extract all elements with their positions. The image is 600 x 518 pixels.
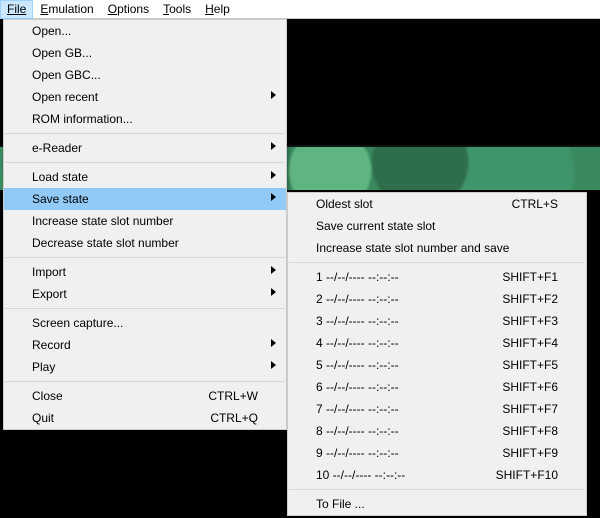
slot-shortcut: SHIFT+F6	[502, 380, 558, 394]
menubar: File Emulation Options Tools Help	[0, 0, 600, 19]
slot-label: 3 --/--/---- --:--:--	[316, 314, 486, 328]
file-open[interactable]: Open...	[4, 20, 286, 42]
save-slot-2[interactable]: 2 --/--/---- --:--:-- SHIFT+F2	[288, 288, 586, 310]
file-screen-capture[interactable]: Screen capture...	[4, 312, 286, 334]
slot-label: 5 --/--/---- --:--:--	[316, 358, 486, 372]
chevron-right-icon	[271, 361, 276, 369]
save-slot-3[interactable]: 3 --/--/---- --:--:-- SHIFT+F3	[288, 310, 586, 332]
slot-shortcut: SHIFT+F5	[502, 358, 558, 372]
menu-options[interactable]: Options	[101, 0, 156, 19]
file-e-reader[interactable]: e-Reader	[4, 137, 286, 159]
chevron-right-icon	[271, 288, 276, 296]
file-dropdown: Open... Open GB... Open GBC... Open rece…	[3, 19, 287, 430]
save-slot-1[interactable]: 1 --/--/---- --:--:-- SHIFT+F1	[288, 266, 586, 288]
slot-shortcut: SHIFT+F9	[502, 446, 558, 460]
file-decrease-slot[interactable]: Decrease state slot number	[4, 232, 286, 254]
separator	[5, 133, 285, 134]
file-close[interactable]: CloseCTRL+W	[4, 385, 286, 407]
slot-shortcut: SHIFT+F3	[502, 314, 558, 328]
file-open-gb[interactable]: Open GB...	[4, 42, 286, 64]
file-rom-info[interactable]: ROM information...	[4, 108, 286, 130]
save-slot-4[interactable]: 4 --/--/---- --:--:-- SHIFT+F4	[288, 332, 586, 354]
slot-label: 2 --/--/---- --:--:--	[316, 292, 486, 306]
file-import[interactable]: Import	[4, 261, 286, 283]
file-quit[interactable]: QuitCTRL+Q	[4, 407, 286, 429]
save-current-slot[interactable]: Save current state slot	[288, 215, 586, 237]
save-state-submenu: Oldest slotCTRL+S Save current state slo…	[287, 192, 587, 516]
separator	[289, 489, 585, 490]
slot-shortcut: SHIFT+F10	[496, 468, 558, 482]
slot-label: 8 --/--/---- --:--:--	[316, 424, 486, 438]
separator	[5, 308, 285, 309]
file-export[interactable]: Export	[4, 283, 286, 305]
file-record[interactable]: Record	[4, 334, 286, 356]
slot-shortcut: SHIFT+F4	[502, 336, 558, 350]
save-to-file[interactable]: To File ...	[288, 493, 586, 515]
menu-file[interactable]: File	[0, 0, 33, 19]
chevron-right-icon	[271, 193, 276, 201]
save-increase-and-save[interactable]: Increase state slot number and save	[288, 237, 586, 259]
slot-shortcut: SHIFT+F1	[502, 270, 558, 284]
chevron-right-icon	[271, 91, 276, 99]
slot-label: 6 --/--/---- --:--:--	[316, 380, 486, 394]
menu-tools[interactable]: Tools	[156, 0, 198, 19]
file-play[interactable]: Play	[4, 356, 286, 378]
chevron-right-icon	[271, 266, 276, 274]
slot-label: 4 --/--/---- --:--:--	[316, 336, 486, 350]
slot-label: 1 --/--/---- --:--:--	[316, 270, 486, 284]
save-slot-10[interactable]: 10 --/--/---- --:--:-- SHIFT+F10	[288, 464, 586, 486]
slot-label: 10 --/--/---- --:--:--	[316, 468, 480, 482]
slot-shortcut: SHIFT+F2	[502, 292, 558, 306]
file-increase-slot[interactable]: Increase state slot number	[4, 210, 286, 232]
slot-label: 7 --/--/---- --:--:--	[316, 402, 486, 416]
save-slot-8[interactable]: 8 --/--/---- --:--:-- SHIFT+F8	[288, 420, 586, 442]
save-oldest-slot[interactable]: Oldest slotCTRL+S	[288, 193, 586, 215]
save-slot-9[interactable]: 9 --/--/---- --:--:-- SHIFT+F9	[288, 442, 586, 464]
save-slot-5[interactable]: 5 --/--/---- --:--:-- SHIFT+F5	[288, 354, 586, 376]
file-save-state[interactable]: Save state	[4, 188, 286, 210]
chevron-right-icon	[271, 339, 276, 347]
separator	[289, 262, 585, 263]
separator	[5, 257, 285, 258]
save-slot-7[interactable]: 7 --/--/---- --:--:-- SHIFT+F7	[288, 398, 586, 420]
separator	[5, 381, 285, 382]
file-open-recent[interactable]: Open recent	[4, 86, 286, 108]
separator	[5, 162, 285, 163]
slot-shortcut: SHIFT+F7	[502, 402, 558, 416]
file-open-gbc[interactable]: Open GBC...	[4, 64, 286, 86]
chevron-right-icon	[271, 171, 276, 179]
save-slot-6[interactable]: 6 --/--/---- --:--:-- SHIFT+F6	[288, 376, 586, 398]
slot-shortcut: SHIFT+F8	[502, 424, 558, 438]
file-load-state[interactable]: Load state	[4, 166, 286, 188]
menu-emulation[interactable]: Emulation	[33, 0, 100, 19]
slot-label: 9 --/--/---- --:--:--	[316, 446, 486, 460]
chevron-right-icon	[271, 142, 276, 150]
menu-help[interactable]: Help	[198, 0, 237, 19]
